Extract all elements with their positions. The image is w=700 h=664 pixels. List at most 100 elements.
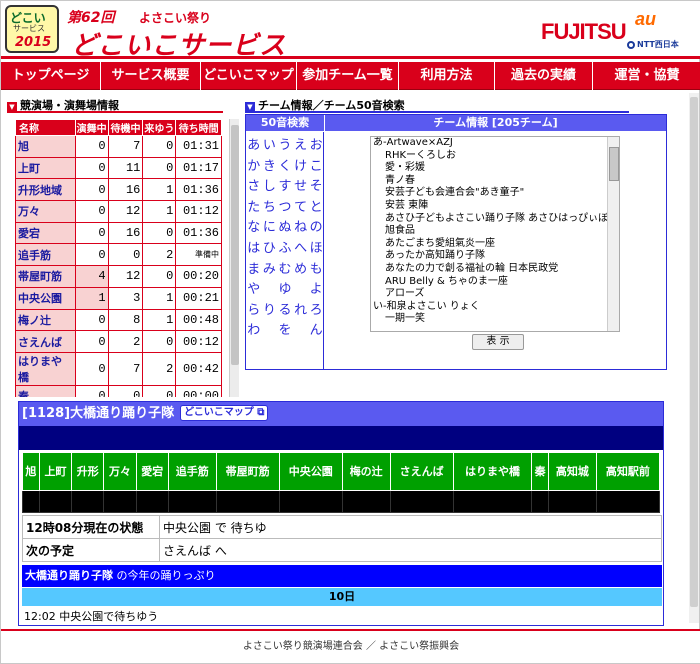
kana-link[interactable]: く (277, 155, 293, 176)
kana-link[interactable]: さ (246, 175, 262, 196)
kana-link[interactable]: つ (277, 196, 293, 217)
kana-link[interactable]: や (246, 278, 262, 299)
venue-name[interactable]: 愛宕 (15, 221, 76, 245)
kana-link[interactable]: ら (246, 299, 262, 320)
kana-link[interactable]: あ (246, 134, 262, 155)
kana-link[interactable]: の (308, 216, 324, 237)
kana-link[interactable]: ん (308, 319, 324, 340)
venue-row: さえんば 0 2 0 00:12 (15, 330, 222, 353)
kana-link[interactable]: け (293, 155, 309, 176)
kana-link[interactable]: ろ (308, 299, 324, 320)
sponsor-fujitsu-logo[interactable]: FUJITSU (541, 19, 627, 45)
venue-name[interactable]: 梅ノ辻 (15, 308, 76, 332)
team-option[interactable]: あ-Artwave×AZJ (371, 137, 619, 150)
team-option[interactable]: あさひ子どもよさこい踊り子隊 あさひはっぴぃぼいず (371, 213, 619, 226)
dokoiko-map-link[interactable]: どこいこマップ ⧉ (180, 405, 269, 421)
kana-link[interactable]: を (277, 319, 293, 340)
team-option[interactable]: あなたの力で創る福祉の輪 日本民政党 (371, 263, 619, 276)
nav-service-overview[interactable]: サービス概要 (101, 62, 201, 90)
nav-team-list[interactable]: 参加チーム一覧 (297, 62, 399, 90)
arrow-down-icon: ▼ (245, 102, 255, 112)
kana-link[interactable]: ふ (277, 237, 293, 258)
sponsor-au-logo[interactable]: au (635, 9, 656, 30)
kana-link[interactable]: は (246, 237, 262, 258)
page-scrollbar-thumb[interactable] (690, 97, 698, 607)
nav-dokoiko-map[interactable]: どこいこマップ (201, 62, 297, 90)
location-cell (595, 490, 661, 513)
kana-link[interactable]: よ (308, 278, 324, 299)
kana-link[interactable]: い (262, 134, 278, 155)
kana-link[interactable]: お (308, 134, 324, 155)
kana-link[interactable]: そ (308, 175, 324, 196)
team-option[interactable]: 旭食品 (371, 225, 619, 238)
team-list-scrollbar-thumb[interactable] (609, 147, 619, 181)
nav-top[interactable]: トップページ (1, 62, 101, 90)
team-option[interactable]: アローズ (371, 288, 619, 301)
nav-how-to-use[interactable]: 利用方法 (399, 62, 495, 90)
kana-link[interactable]: む (277, 258, 293, 279)
kana-link[interactable]: め (293, 258, 309, 279)
venue-scrollbar[interactable] (229, 119, 239, 397)
team-option[interactable]: 愛・彩媛 (371, 162, 619, 175)
kana-link[interactable]: と (308, 196, 324, 217)
kana-link[interactable]: せ (293, 175, 309, 196)
kana-link[interactable]: う (277, 134, 293, 155)
kana-link[interactable]: へ (293, 237, 309, 258)
kana-link[interactable]: し (262, 175, 278, 196)
venue-name[interactable]: 中央公園 (15, 286, 76, 310)
venue-wait-time: 準備中 (175, 243, 222, 267)
nav-past-results[interactable]: 過去の実績 (495, 62, 593, 90)
venue-name[interactable]: さえんば (15, 330, 76, 353)
location-column: はりまや橋 (452, 452, 533, 491)
kana-link[interactable]: れ (293, 299, 309, 320)
kana-link[interactable]: き (262, 155, 278, 176)
kana-link[interactable]: ゆ (277, 278, 293, 299)
venue-name[interactable]: 升形地域 (15, 178, 76, 202)
kana-link[interactable]: ち (262, 196, 278, 217)
sponsor-ntt-logo[interactable]: NTT西日本 (627, 39, 679, 50)
team-option[interactable]: あったか高知踊り子隊 (371, 250, 619, 263)
venue-name[interactable]: 旭 (15, 135, 76, 158)
venue-name[interactable]: 帯屋町筋 (15, 265, 76, 288)
show-button[interactable]: 表 示 (472, 334, 524, 350)
site-logo[interactable]: どこい サービス 2015 (5, 5, 59, 53)
venue-name[interactable]: 上町 (15, 156, 76, 180)
kana-link[interactable]: ひ (262, 237, 278, 258)
team-list-scrollbar[interactable] (607, 137, 619, 331)
kana-link[interactable]: て (293, 196, 309, 217)
venue-name[interactable]: 追手筋 (15, 243, 76, 267)
team-option[interactable]: 一期一笑 (371, 313, 619, 326)
team-option[interactable]: RHKーくろしお (371, 150, 619, 163)
kana-link[interactable]: こ (308, 155, 324, 176)
team-select-list[interactable]: あ-Artwave×AZJ RHKーくろしお 愛・彩媛 青ノ春 安芸子ども会連合会"あき… (370, 136, 620, 332)
team-option[interactable]: 青ノ春 (371, 175, 619, 188)
page-scrollbar[interactable] (689, 93, 699, 623)
kana-link[interactable]: も (308, 258, 324, 279)
kana-link[interactable]: り (262, 299, 278, 320)
kana-link[interactable]: す (277, 175, 293, 196)
venue-scroll-area[interactable]: 名称 演舞中 待機中 来ゆう 待ち時間 旭 0 7 0 01:31 上町 0 11 0 01:17… (15, 119, 239, 397)
kana-link[interactable]: み (262, 258, 278, 279)
venue-name[interactable]: はりまや橋 (15, 351, 76, 386)
team-option[interactable]: 安芸 東陣 (371, 200, 619, 213)
kana-link[interactable]: ぬ (277, 216, 293, 237)
kana-link[interactable]: に (262, 216, 278, 237)
venue-waiting: 8 (107, 308, 144, 332)
kana-link[interactable]: ほ (308, 237, 324, 258)
team-option[interactable]: 安芸子ども会連合会"あき童子" (371, 187, 619, 200)
kana-link[interactable]: わ (246, 319, 262, 340)
team-option[interactable]: あたごまち愛組氣炎一座 (371, 238, 619, 251)
team-option[interactable]: ARU Belly & ちゃのま一座 (371, 276, 619, 289)
venue-name[interactable]: 万々 (15, 200, 76, 223)
nav-operation[interactable]: 運営・協賛 (593, 62, 700, 90)
kana-link[interactable]: る (277, 299, 293, 320)
kana-link[interactable]: な (246, 216, 262, 237)
kana-link[interactable]: か (246, 155, 262, 176)
team-option[interactable]: い-和泉よさこい りょく (371, 301, 619, 314)
kana-link[interactable]: え (293, 134, 309, 155)
kana-link[interactable]: ね (293, 216, 309, 237)
kana-link[interactable]: た (246, 196, 262, 217)
venue-name[interactable]: 秦 (15, 384, 76, 397)
kana-link[interactable]: ま (246, 258, 262, 279)
venue-scrollbar-thumb[interactable] (231, 125, 239, 365)
